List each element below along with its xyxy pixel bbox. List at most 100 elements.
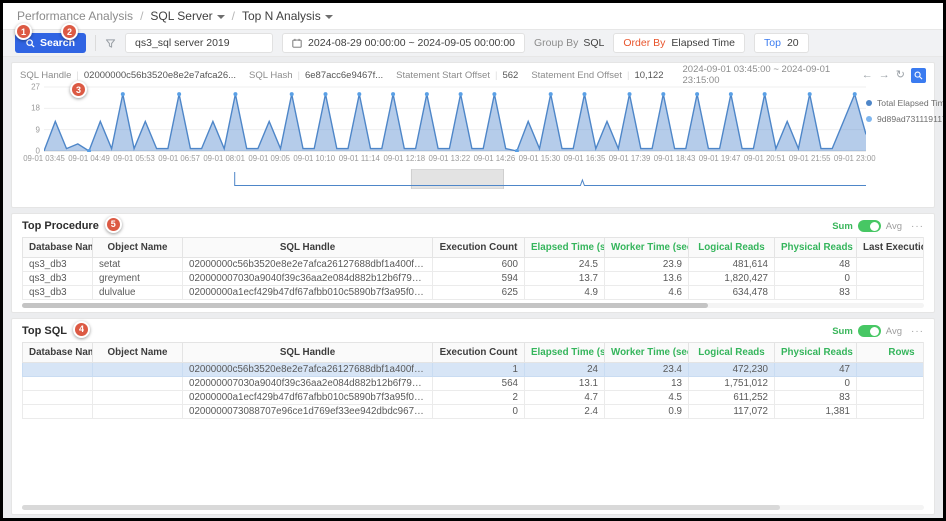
forward-arrow-icon[interactable]: →: [879, 70, 890, 81]
table-cell: 2: [433, 391, 525, 405]
data-point[interactable]: [853, 92, 857, 96]
back-arrow-icon[interactable]: ←: [862, 70, 873, 81]
sql-hash-value[interactable]: 6e87acc6e9467f...: [305, 70, 383, 81]
breadcrumb-top-n-analysis[interactable]: Top N Analysis: [242, 9, 333, 23]
table-cell: 23.4: [605, 363, 689, 377]
column-header[interactable]: Object Name: [93, 343, 183, 363]
column-header[interactable]: Rows: [857, 343, 925, 363]
data-point[interactable]: [324, 92, 328, 96]
table-cell: [857, 377, 925, 391]
table-cell: 02000000a1ecf429b47df67afbb010c5890b7f3a…: [183, 391, 433, 405]
column-header[interactable]: SQL Handle: [183, 343, 433, 363]
scrollbar-thumb[interactable]: [22, 505, 780, 510]
content-area: 3 SQL Handle | 02000000c56b3520e8e2e7afc…: [3, 57, 943, 520]
column-header[interactable]: Physical Reads: [775, 343, 857, 363]
table-cell: 1,820,427: [689, 272, 775, 286]
data-point[interactable]: [808, 92, 812, 96]
table-cell: 625: [433, 286, 525, 300]
table-cell: 611,252: [689, 391, 775, 405]
data-point[interactable]: [425, 92, 429, 96]
data-point[interactable]: [729, 92, 733, 96]
column-header[interactable]: Logical Reads: [689, 343, 775, 363]
column-header[interactable]: Object Name: [93, 238, 183, 258]
breadcrumb-performance-analysis[interactable]: Performance Analysis: [17, 9, 133, 23]
column-header[interactable]: Worker Time (sec): [605, 343, 689, 363]
top-procedure-table: Database NameObject NameSQL HandleExecut…: [22, 237, 924, 300]
scrollbar-thumb[interactable]: [22, 303, 708, 308]
order-by-control[interactable]: Order By Elapsed Time: [613, 33, 745, 53]
column-header[interactable]: Database Name: [23, 343, 93, 363]
data-point[interactable]: [582, 92, 586, 96]
data-point[interactable]: [233, 92, 237, 96]
x-axis-tick: 09-01 20:51: [744, 154, 786, 163]
column-header[interactable]: Worker Time (sec): [605, 238, 689, 258]
sum-avg-toggle[interactable]: [858, 220, 881, 232]
column-header[interactable]: Execution Count: [433, 238, 525, 258]
start-offset-label: Statement Start Offset: [396, 70, 490, 81]
more-options-icon[interactable]: ···: [911, 326, 924, 337]
table-cell: 020000007030a9040f39c36aa2e084d882b12b6f…: [183, 272, 433, 286]
column-header[interactable]: Database Name: [23, 238, 93, 258]
table-cell: 02000000c56b3520e8e2e7afca26127688dbf1a4…: [183, 363, 433, 377]
table-cell: setat: [93, 258, 183, 272]
sql-handle-value[interactable]: 02000000c56b3520e8e2e7afca26...: [84, 70, 236, 81]
date-range-picker[interactable]: 2024-08-29 00:00:00 ~ 2024-09-05 00:00:0…: [282, 33, 525, 53]
table-cell: greyment: [93, 272, 183, 286]
top-procedure-title-row: Top Procedure 5 Sum Avg ···: [12, 216, 934, 236]
group-by-control[interactable]: Group By SQL: [534, 37, 604, 49]
instance-selector[interactable]: qs3_sql server 2019: [125, 33, 273, 53]
legend-label: Total Elapsed Time: [877, 98, 946, 108]
column-header[interactable]: SQL Handle: [183, 238, 433, 258]
table-row[interactable]: qs3_db3setat02000000c56b3520e8e2e7afca26…: [23, 258, 925, 272]
annotation-badge-4: 4: [73, 321, 90, 338]
table-row[interactable]: 020000007030a9040f39c36aa2e084d882b12b6f…: [23, 377, 925, 391]
more-options-icon[interactable]: ···: [911, 221, 924, 232]
table-row[interactable]: 02000000c56b3520e8e2e7afca26127688dbf1a4…: [23, 363, 925, 377]
elapsed-time-chart[interactable]: 091827: [44, 86, 866, 152]
data-point[interactable]: [763, 92, 767, 96]
table-cell: [23, 377, 93, 391]
x-axis-tick: 09-01 12:18: [384, 154, 426, 163]
x-axis-tick: 09-01 08:01: [203, 154, 245, 163]
column-header[interactable]: Last Execution End: [857, 238, 925, 258]
data-point[interactable]: [661, 92, 665, 96]
table-cell: 4.7: [525, 391, 605, 405]
x-axis-tick: 09-01 14:26: [474, 154, 516, 163]
data-point[interactable]: [549, 92, 553, 96]
data-point[interactable]: [391, 92, 395, 96]
data-point[interactable]: [492, 92, 496, 96]
data-point[interactable]: [357, 92, 361, 96]
table-row[interactable]: qs3_db3greyment020000007030a9040f39c36aa…: [23, 272, 925, 286]
column-header[interactable]: Elapsed Time (sec): [525, 238, 605, 258]
magnifier-icon: [914, 71, 923, 80]
data-point[interactable]: [628, 92, 632, 96]
column-header[interactable]: Physical Reads: [775, 238, 857, 258]
top-n-control[interactable]: Top 20: [754, 33, 809, 53]
breadcrumb-sql-server[interactable]: SQL Server: [150, 9, 224, 23]
column-header[interactable]: Execution Count: [433, 343, 525, 363]
column-header[interactable]: Elapsed Time (sec): [525, 343, 605, 363]
zoom-select-button[interactable]: [911, 68, 926, 83]
refresh-icon[interactable]: ↻: [896, 70, 905, 81]
table-row[interactable]: 02000000a1ecf429b47df67afbb010c5890b7f3a…: [23, 391, 925, 405]
data-point[interactable]: [290, 92, 294, 96]
chart-brush[interactable]: [44, 169, 866, 189]
table-cell: 24: [525, 363, 605, 377]
data-point[interactable]: [459, 92, 463, 96]
table-cell: 1,381: [775, 405, 857, 419]
sum-avg-toggle[interactable]: [858, 325, 881, 337]
legend-item[interactable]: Total Elapsed Time: [866, 98, 946, 108]
table-cell: 0: [433, 405, 525, 419]
table-row[interactable]: 0200000073088707e96ce1d769ef33ee942dbdc9…: [23, 405, 925, 419]
breadcrumb-top-n-label: Top N Analysis: [242, 9, 321, 23]
data-point[interactable]: [177, 92, 181, 96]
filter-icon[interactable]: [105, 38, 116, 49]
table-row[interactable]: qs3_db3dulvalue02000000a1ecf429b47df67af…: [23, 286, 925, 300]
legend-item[interactable]: 9d89ad7311191175bb1...: [866, 114, 946, 124]
instance-value: qs3_sql server 2019: [135, 37, 230, 49]
y-axis-tick: 27: [31, 83, 40, 92]
breadcrumb-sql-server-label: SQL Server: [150, 9, 212, 23]
column-header[interactable]: Logical Reads: [689, 238, 775, 258]
data-point[interactable]: [695, 92, 699, 96]
data-point[interactable]: [121, 92, 125, 96]
